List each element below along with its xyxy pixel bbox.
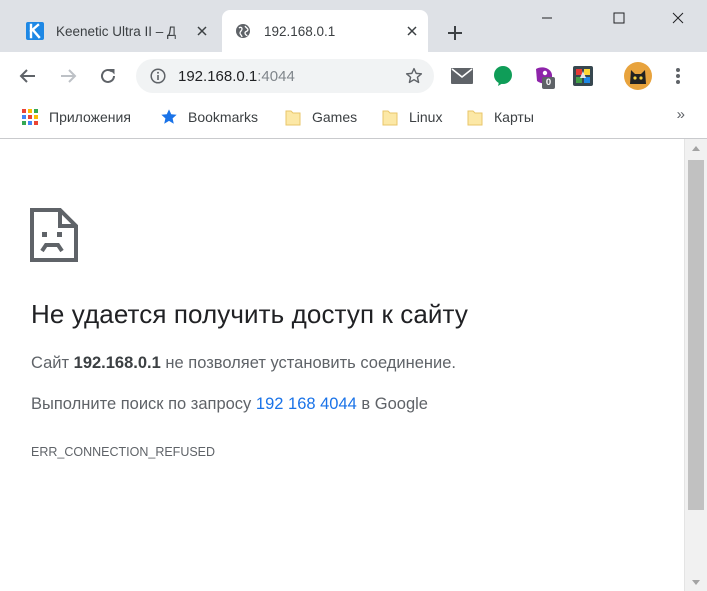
bookmark-label: Games — [312, 108, 358, 125]
folder-icon — [466, 108, 484, 126]
bookmarks-overflow-button[interactable]: » — [677, 106, 685, 123]
search-suggestion: Выполните поиск по запросу 192 168 4044 … — [31, 395, 428, 414]
browser-toolbar: 192.168.0.1:4044 0 — [0, 52, 707, 100]
folder-icon — [284, 108, 302, 126]
tab-title: 192.168.0.1 — [264, 23, 336, 39]
close-tab-icon[interactable] — [402, 21, 422, 41]
error-page: Не удается получить доступ к сайту Сайт … — [0, 139, 684, 591]
search-link[interactable]: 192 168 4044 — [256, 395, 357, 413]
close-window-button[interactable] — [655, 0, 701, 36]
menu-kebab-icon[interactable] — [662, 60, 694, 92]
bookmark-label: Приложения — [49, 108, 131, 125]
keenetic-logo-icon — [26, 22, 44, 40]
bookmarks-bar: Приложения Bookmarks Games Linux Карты » — [0, 100, 707, 133]
error-description: Сайт 192.168.0.1 не позволяет установить… — [31, 354, 456, 373]
address-bar[interactable]: 192.168.0.1:4044 — [136, 59, 434, 93]
profile-avatar[interactable] — [624, 62, 652, 90]
bookmark-label: Карты — [494, 108, 534, 125]
chat-extension-icon[interactable] — [490, 63, 516, 89]
error-title: Не удается получить доступ к сайту — [31, 299, 468, 329]
error-code: ERR_CONNECTION_REFUSED — [31, 445, 216, 459]
tab-title: Keenetic Ultra II – Д — [56, 23, 177, 39]
bookmark-apps[interactable]: Приложения — [21, 104, 131, 129]
url-port: :4044 — [257, 67, 295, 85]
maximize-button[interactable] — [596, 0, 642, 36]
bookmark-bookmarks[interactable]: Bookmarks — [160, 104, 258, 129]
bookmark-folder-maps[interactable]: Карты — [466, 104, 534, 129]
folder-icon — [381, 108, 399, 126]
reload-button[interactable] — [92, 60, 124, 92]
url-host: 192.168.0.1 — [178, 67, 258, 85]
new-tab-button[interactable] — [442, 20, 468, 46]
search-suggestion-prefix: Выполните поиск по запросу — [31, 395, 256, 413]
info-icon[interactable] — [150, 68, 166, 84]
purple-extension-icon[interactable]: 0 — [531, 63, 557, 89]
url-text[interactable]: 192.168.0.1:4044 — [178, 68, 402, 85]
close-tab-icon[interactable] — [192, 21, 212, 41]
search-suggestion-suffix: в Google — [356, 395, 428, 413]
tab-keenetic[interactable]: Keenetic Ultra II – Д — [14, 10, 218, 52]
apps-grid-icon — [21, 108, 39, 126]
bookmark-folder-linux[interactable]: Linux — [381, 104, 442, 129]
tab-strip: Keenetic Ultra II – Д 192.168.0.1 — [0, 0, 707, 52]
error-host: 192.168.0.1 — [73, 354, 161, 372]
error-desc-suffix: не позволяет установить соединение. — [160, 354, 457, 372]
colorful-extension-icon[interactable] — [570, 63, 596, 89]
error-desc-prefix: Сайт — [31, 354, 74, 372]
tab-active[interactable]: 192.168.0.1 — [222, 10, 428, 52]
globe-icon — [234, 22, 252, 40]
bookmark-label: Linux — [409, 108, 443, 125]
mail-extension-icon[interactable] — [449, 63, 475, 89]
extension-badge: 0 — [542, 77, 555, 89]
star-icon — [160, 108, 178, 126]
page-scrollbar[interactable] — [684, 139, 707, 591]
scroll-down-arrow-icon[interactable] — [685, 573, 707, 591]
sad-page-icon — [30, 208, 78, 262]
bookmark-label: Bookmarks — [188, 108, 259, 125]
scroll-up-arrow-icon[interactable] — [685, 139, 707, 157]
forward-button[interactable] — [52, 60, 84, 92]
back-button[interactable] — [12, 60, 44, 92]
bookmark-folder-games[interactable]: Games — [284, 104, 357, 129]
minimize-button[interactable] — [524, 0, 570, 36]
scrollbar-thumb[interactable] — [688, 160, 704, 510]
bookmark-star-icon[interactable] — [402, 64, 426, 88]
